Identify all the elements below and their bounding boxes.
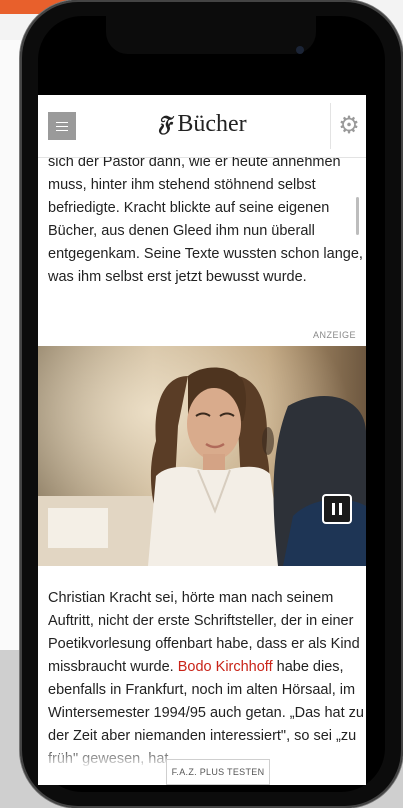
article-content: sich der Pastor dann, wie er heute anneh…	[38, 157, 366, 785]
camera-icon	[296, 46, 304, 54]
faz-logo-icon: 𝔉	[157, 111, 172, 137]
article-paragraph-1: sich der Pastor dann, wie er heute anneh…	[48, 157, 363, 285]
article-webview: 𝔉 Bücher ⚙ sich der Pastor dann, wie er h…	[38, 95, 366, 785]
author-link-bodo-kirchhoff[interactable]: Bodo Kirchhoff	[178, 659, 273, 675]
ad-label: ANZEIGE	[312, 330, 356, 340]
article-paragraph-2: Christian Kracht sei, hörte man nach sei…	[38, 587, 366, 771]
ad-video[interactable]	[38, 346, 366, 566]
section-title: Bücher	[177, 111, 247, 137]
settings-button[interactable]: ⚙	[330, 103, 366, 149]
gear-icon: ⚙	[338, 112, 360, 139]
faz-plus-trial-button[interactable]: F.A.Z. PLUS TESTEN	[166, 759, 270, 785]
scrollbar-thumb[interactable]	[356, 197, 359, 235]
pause-icon[interactable]	[322, 494, 352, 524]
video-frame-image	[38, 346, 366, 566]
site-logo[interactable]: 𝔉 Bücher	[38, 111, 366, 138]
site-header: 𝔉 Bücher ⚙	[38, 95, 366, 158]
phone-notch	[106, 16, 316, 54]
